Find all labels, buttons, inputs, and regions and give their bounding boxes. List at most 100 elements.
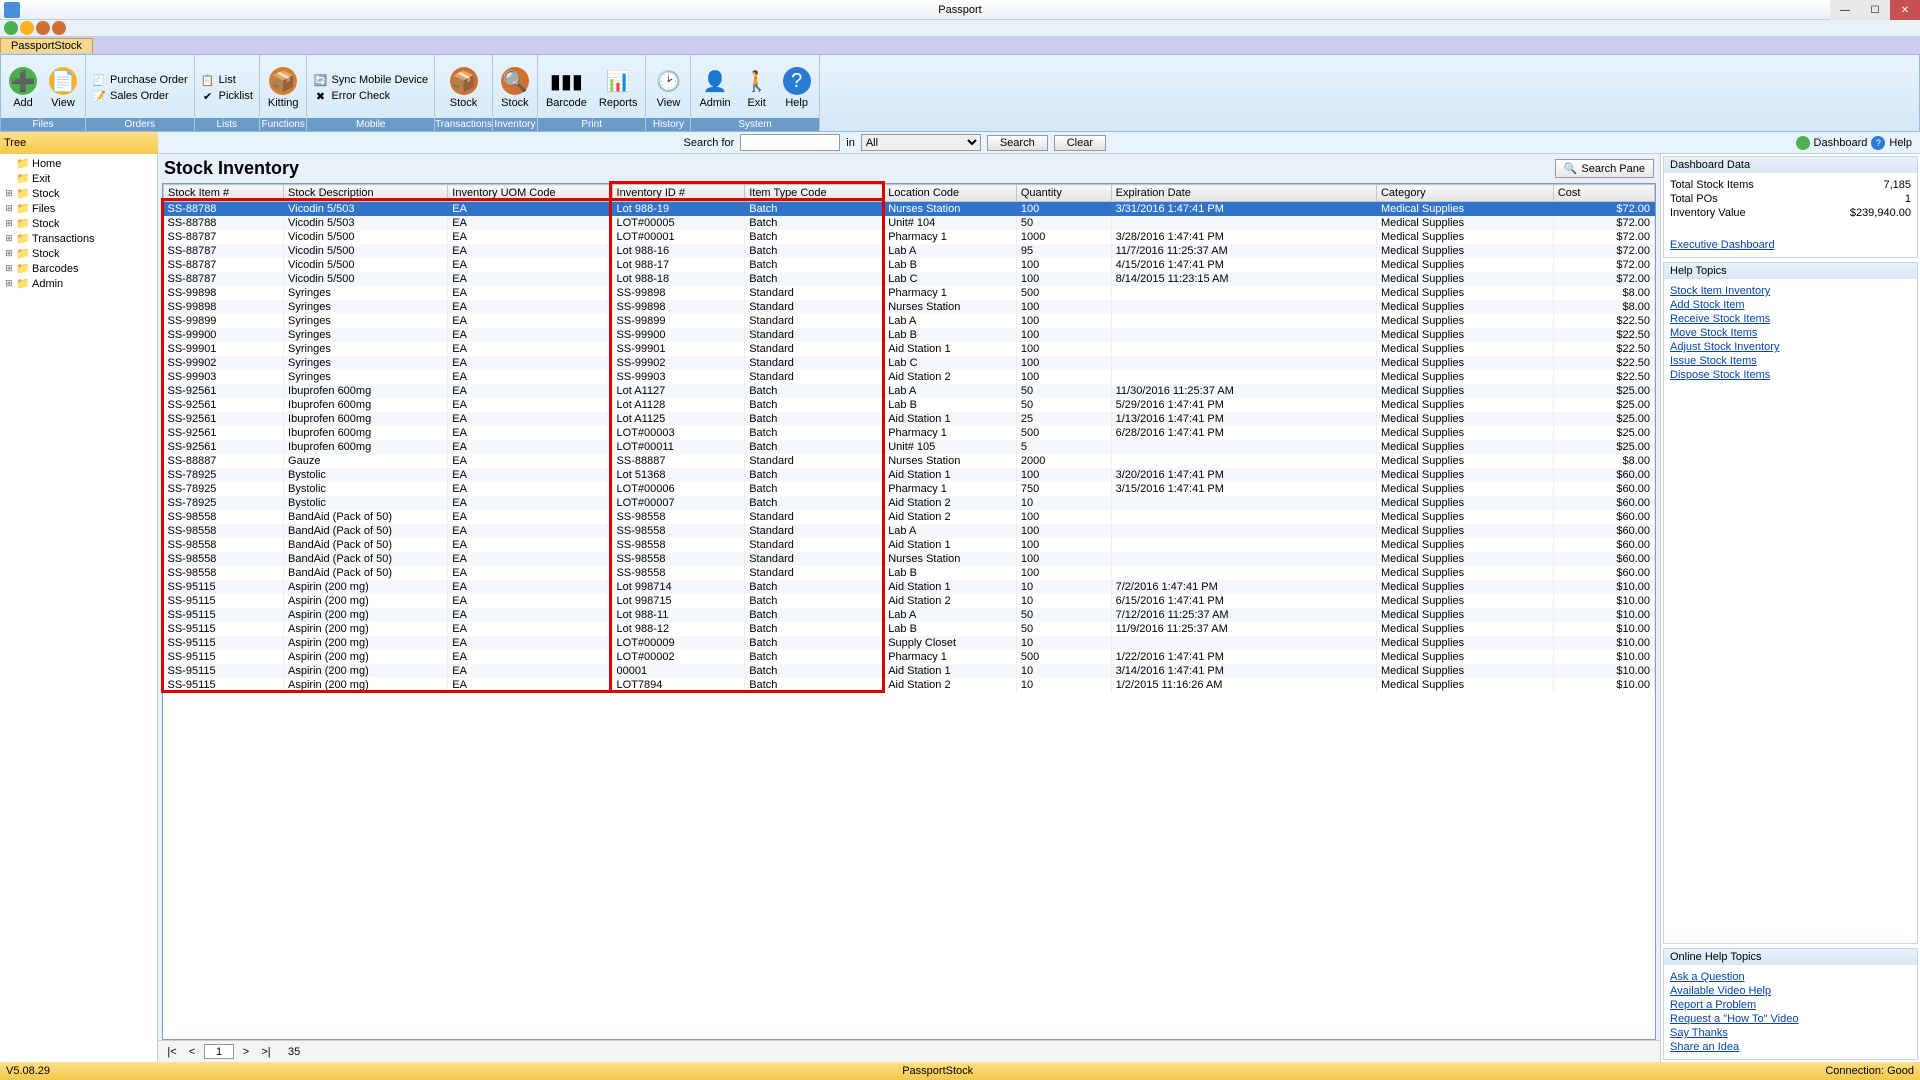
pager-prev[interactable]: < (184, 1045, 200, 1059)
table-row[interactable]: SS-98558BandAid (Pack of 50)EASS-98558St… (164, 510, 1655, 524)
column-header[interactable]: Expiration Date (1111, 185, 1376, 202)
help-link[interactable]: Adjust Stock Inventory (1670, 341, 1911, 353)
online-help-link[interactable]: Share an Idea (1670, 1041, 1911, 1053)
table-row[interactable]: SS-88787Vicodin 5/500EALOT#00001BatchPha… (164, 230, 1655, 244)
pager-first[interactable]: |< (164, 1045, 180, 1059)
dashboard-link[interactable]: Dashboard (1814, 137, 1868, 149)
table-row[interactable]: SS-99901SyringesEASS-99901StandardAid St… (164, 342, 1655, 356)
tree-item-stock[interactable]: ⊞📁Stock (2, 186, 155, 201)
search-button[interactable]: Search (987, 135, 1048, 151)
stock-inv-button[interactable]: 🔍Stock (499, 58, 531, 118)
reports-button[interactable]: 📊Reports (597, 58, 640, 118)
table-row[interactable]: SS-88787Vicodin 5/500EALot 988-18BatchLa… (164, 272, 1655, 286)
close-button[interactable]: ✕ (1890, 0, 1920, 20)
table-row[interactable]: SS-95115Aspirin (200 mg)EALot 988-12Batc… (164, 622, 1655, 636)
expander-icon[interactable]: ⊞ (4, 278, 14, 289)
online-help-link[interactable]: Say Thanks (1670, 1027, 1911, 1039)
column-header[interactable]: Quantity (1016, 185, 1111, 202)
online-help-link[interactable]: Report a Problem (1670, 999, 1911, 1011)
table-row[interactable]: SS-92561Ibuprofen 600mgEALot A1125BatchA… (164, 412, 1655, 426)
view-hist-button[interactable]: 🕑View (652, 58, 684, 118)
tree-item-barcodes[interactable]: ⊞📁Barcodes (2, 261, 155, 276)
maximize-button[interactable]: ☐ (1860, 0, 1890, 20)
quick-view-icon[interactable] (20, 21, 34, 35)
table-row[interactable]: SS-99898SyringesEASS-99898StandardNurses… (164, 300, 1655, 314)
pager-last[interactable]: >| (258, 1045, 274, 1059)
help-link[interactable]: Receive Stock Items (1670, 313, 1911, 325)
quick-inv-icon[interactable] (52, 21, 66, 35)
exit-button[interactable]: 🚶Exit (741, 58, 773, 118)
table-row[interactable]: SS-95115Aspirin (200 mg)EALOT#00009Batch… (164, 636, 1655, 650)
error-check-button[interactable]: ✖Error Check (313, 89, 428, 103)
search-in-select[interactable]: All (861, 134, 981, 151)
table-row[interactable]: SS-88787Vicodin 5/500EALot 988-17BatchLa… (164, 258, 1655, 272)
table-row[interactable]: SS-99898SyringesEASS-99898StandardPharma… (164, 286, 1655, 300)
expander-icon[interactable]: ⊞ (4, 248, 14, 259)
pager-next[interactable]: > (238, 1045, 254, 1059)
table-row[interactable]: SS-88788Vicodin 5/503EALOT#00005BatchUni… (164, 216, 1655, 230)
table-row[interactable]: SS-95115Aspirin (200 mg)EALot 998714Batc… (164, 580, 1655, 594)
help-icon[interactable]: ? (1871, 136, 1885, 150)
table-row[interactable]: SS-99900SyringesEASS-99900StandardLab B1… (164, 328, 1655, 342)
online-help-link[interactable]: Request a "How To" Video (1670, 1013, 1911, 1025)
table-row[interactable]: SS-98558BandAid (Pack of 50)EASS-98558St… (164, 524, 1655, 538)
expander-icon[interactable]: ⊞ (4, 203, 14, 214)
table-row[interactable]: SS-88788Vicodin 5/503EALot 988-19BatchNu… (164, 202, 1655, 217)
quick-add-icon[interactable] (4, 21, 18, 35)
clear-button[interactable]: Clear (1054, 135, 1106, 151)
sales-order-button[interactable]: 📝Sales Order (92, 89, 188, 103)
help-link[interactable]: Dispose Stock Items (1670, 369, 1911, 381)
table-row[interactable]: SS-92561Ibuprofen 600mgEALOT#00003BatchP… (164, 426, 1655, 440)
column-header[interactable]: Cost (1553, 185, 1654, 202)
column-header[interactable]: Category (1376, 185, 1553, 202)
kitting-button[interactable]: 📦Kitting (266, 58, 301, 118)
stock-trans-button[interactable]: 📦Stock (448, 58, 480, 118)
table-row[interactable]: SS-99903SyringesEASS-99903StandardAid St… (164, 370, 1655, 384)
table-row[interactable]: SS-99899SyringesEASS-99899StandardLab A1… (164, 314, 1655, 328)
expander-icon[interactable]: ⊞ (4, 263, 14, 274)
column-header[interactable]: Inventory UOM Code (448, 185, 612, 202)
search-pane-button[interactable]: 🔍 Search Pane (1555, 159, 1654, 178)
tree-item-files[interactable]: ⊞📁Files (2, 201, 155, 216)
table-row[interactable]: SS-78925BystolicEALot 51368BatchAid Stat… (164, 468, 1655, 482)
column-header[interactable]: Stock Item # (164, 185, 284, 202)
tree-item-stock[interactable]: ⊞📁Stock (2, 246, 155, 261)
grid[interactable]: Stock Item #Stock DescriptionInventory U… (162, 183, 1656, 1040)
column-header[interactable]: Inventory ID # (612, 185, 745, 202)
online-help-link[interactable]: Ask a Question (1670, 971, 1911, 983)
table-row[interactable]: SS-92561Ibuprofen 600mgEALot A1127BatchL… (164, 384, 1655, 398)
tab-passportstock[interactable]: PassportStock (0, 38, 93, 53)
tree-item-exit[interactable]: 📁Exit (2, 171, 155, 186)
pager-page-input[interactable] (204, 1044, 234, 1059)
admin-button[interactable]: 👤Admin (697, 58, 732, 118)
table-row[interactable]: SS-98558BandAid (Pack of 50)EASS-98558St… (164, 566, 1655, 580)
table-row[interactable]: SS-78925BystolicEALOT#00007BatchAid Stat… (164, 496, 1655, 510)
expander-icon[interactable]: ⊞ (4, 188, 14, 199)
help-link[interactable]: Help (1889, 137, 1912, 149)
table-row[interactable]: SS-95115Aspirin (200 mg)EA00001BatchAid … (164, 664, 1655, 678)
list-button[interactable]: 📋List (201, 73, 253, 87)
tree-item-stock[interactable]: ⊞📁Stock (2, 216, 155, 231)
table-row[interactable]: SS-88787Vicodin 5/500EALot 988-16BatchLa… (164, 244, 1655, 258)
table-row[interactable]: SS-78925BystolicEALOT#00006BatchPharmacy… (164, 482, 1655, 496)
dashboard-icon[interactable] (1796, 136, 1810, 150)
picklist-button[interactable]: ✔Picklist (201, 89, 253, 103)
expander-icon[interactable]: ⊞ (4, 233, 14, 244)
table-row[interactable]: SS-95115Aspirin (200 mg)EALot 998715Batc… (164, 594, 1655, 608)
executive-dashboard-link[interactable]: Executive Dashboard (1670, 239, 1911, 251)
help-link[interactable]: Move Stock Items (1670, 327, 1911, 339)
expander-icon[interactable]: ⊞ (4, 218, 14, 229)
barcode-button[interactable]: ▮▮▮Barcode (544, 58, 589, 118)
tree-item-transactions[interactable]: ⊞📁Transactions (2, 231, 155, 246)
quick-stock-icon[interactable] (36, 21, 50, 35)
column-header[interactable]: Location Code (884, 185, 1017, 202)
table-row[interactable]: SS-95115Aspirin (200 mg)EALot 988-11Batc… (164, 608, 1655, 622)
table-row[interactable]: SS-88887GauzeEASS-88887StandardNurses St… (164, 454, 1655, 468)
online-help-link[interactable]: Available Video Help (1670, 985, 1911, 997)
view-button[interactable]: 📄View (47, 58, 79, 118)
help-button[interactable]: ?Help (781, 58, 813, 118)
table-row[interactable]: SS-92561Ibuprofen 600mgEALot A1128BatchL… (164, 398, 1655, 412)
column-header[interactable]: Item Type Code (745, 185, 884, 202)
purchase-order-button[interactable]: 🧾Purchase Order (92, 73, 188, 87)
table-row[interactable]: SS-99902SyringesEASS-99902StandardLab C1… (164, 356, 1655, 370)
